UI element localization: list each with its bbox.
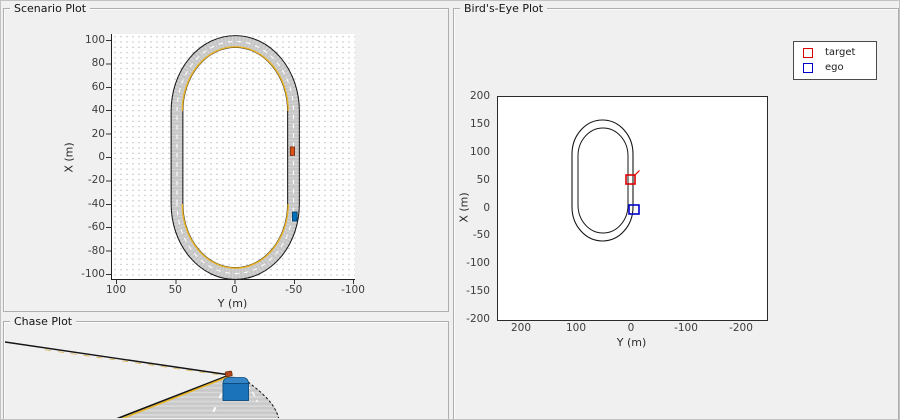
target-marker <box>625 174 636 185</box>
x-tick-label: 0 <box>627 322 635 334</box>
birdseye-x-axis-label: Y (m) <box>616 336 647 349</box>
birdseye-y-axis-label: X (m) <box>457 192 471 223</box>
legend-item[interactable]: ego <box>794 60 876 75</box>
ego-vehicle <box>292 211 298 222</box>
y-tick-label: 100 <box>469 145 490 158</box>
x-tick-label: 0 <box>231 284 238 296</box>
figure-window: Scenario Plot 100 80 60 40 20 0 -20 -40 -60 -80 -1… <box>0 0 900 420</box>
lane-center-dashes <box>176 40 295 275</box>
legend-label: ego <box>825 62 844 73</box>
birdseye-panel-title: Bird's-Eye Plot <box>460 2 548 15</box>
ego-marker <box>628 204 640 215</box>
x-tick-label: 200 <box>510 322 532 334</box>
legend-swatch <box>803 62 813 73</box>
legend-label: target <box>825 47 856 58</box>
scenario-x-axis-label: Y (m) <box>217 297 248 310</box>
birdseye-plot-panel: Bird's-Eye Plot target ego 200 150 100 50 0 -… <box>453 2 899 419</box>
outer-lane-boundary <box>571 119 634 242</box>
y-tick-label: -80 <box>87 244 105 257</box>
legend-swatch <box>803 47 813 58</box>
x-tick-label: 100 <box>565 322 587 334</box>
ego-vehicle-top <box>222 377 249 385</box>
distant-road-edge <box>5 341 231 376</box>
road-texture <box>171 36 299 279</box>
y-tick-label: 20 <box>91 127 105 140</box>
scenario-track-drawing <box>170 35 300 279</box>
scenario-x-axis-ticks: 100 50 0 -50 -100 <box>96 284 373 296</box>
legend[interactable]: target ego <box>793 41 877 80</box>
x-tick-label: 50 <box>168 284 182 296</box>
y-tick-label: -100 <box>466 257 490 270</box>
y-tick-label: 200 <box>469 90 490 102</box>
scenario-plot-panel: Scenario Plot 100 80 60 40 20 0 -20 -40 -60 -80 -1… <box>3 2 449 312</box>
x-tick-label: -100 <box>341 284 365 296</box>
target-vehicle <box>289 146 295 156</box>
ego-vehicle <box>222 383 249 401</box>
chase-plot-canvas[interactable] <box>5 323 447 418</box>
inner-lane-boundary <box>577 127 629 234</box>
chase-plot-panel: Chase Plot <box>3 315 449 419</box>
road-edges <box>170 35 300 279</box>
y-tick-label: 150 <box>469 117 490 130</box>
y-tick-label: 40 <box>91 104 105 117</box>
birdseye-x-axis-ticks: 200 100 0 -100 -200 <box>506 322 756 334</box>
y-tick-label: 100 <box>84 34 105 46</box>
legend-item[interactable]: target <box>794 45 876 60</box>
road-surface <box>171 36 299 279</box>
y-tick-label: -20 <box>87 174 105 187</box>
scenario-panel-title: Scenario Plot <box>10 2 91 15</box>
scenario-y-axis-label: X (m) <box>62 142 76 173</box>
y-tick-label: -200 <box>466 313 490 325</box>
y-tick-label: -40 <box>87 197 105 210</box>
y-tick-label: 80 <box>91 57 105 70</box>
distant-road-yellow-line <box>44 349 226 376</box>
x-tick-label: 100 <box>105 284 127 296</box>
y-tick-label: -50 <box>472 229 490 242</box>
birdseye-plot-canvas[interactable] <box>497 96 768 321</box>
y-tick-label: 50 <box>476 173 490 186</box>
y-tick-label: -100 <box>81 267 105 280</box>
x-tick-label: -200 <box>729 322 753 334</box>
x-tick-label: -50 <box>285 284 303 296</box>
y-tick-label: -60 <box>87 221 105 234</box>
target-vehicle <box>224 370 233 378</box>
y-tick-label: 60 <box>91 80 105 93</box>
x-tick-label: -100 <box>674 322 698 334</box>
y-tick-label: -150 <box>466 285 490 298</box>
birdseye-track-drawing <box>571 119 640 242</box>
scenario-plot-canvas[interactable] <box>111 34 355 280</box>
